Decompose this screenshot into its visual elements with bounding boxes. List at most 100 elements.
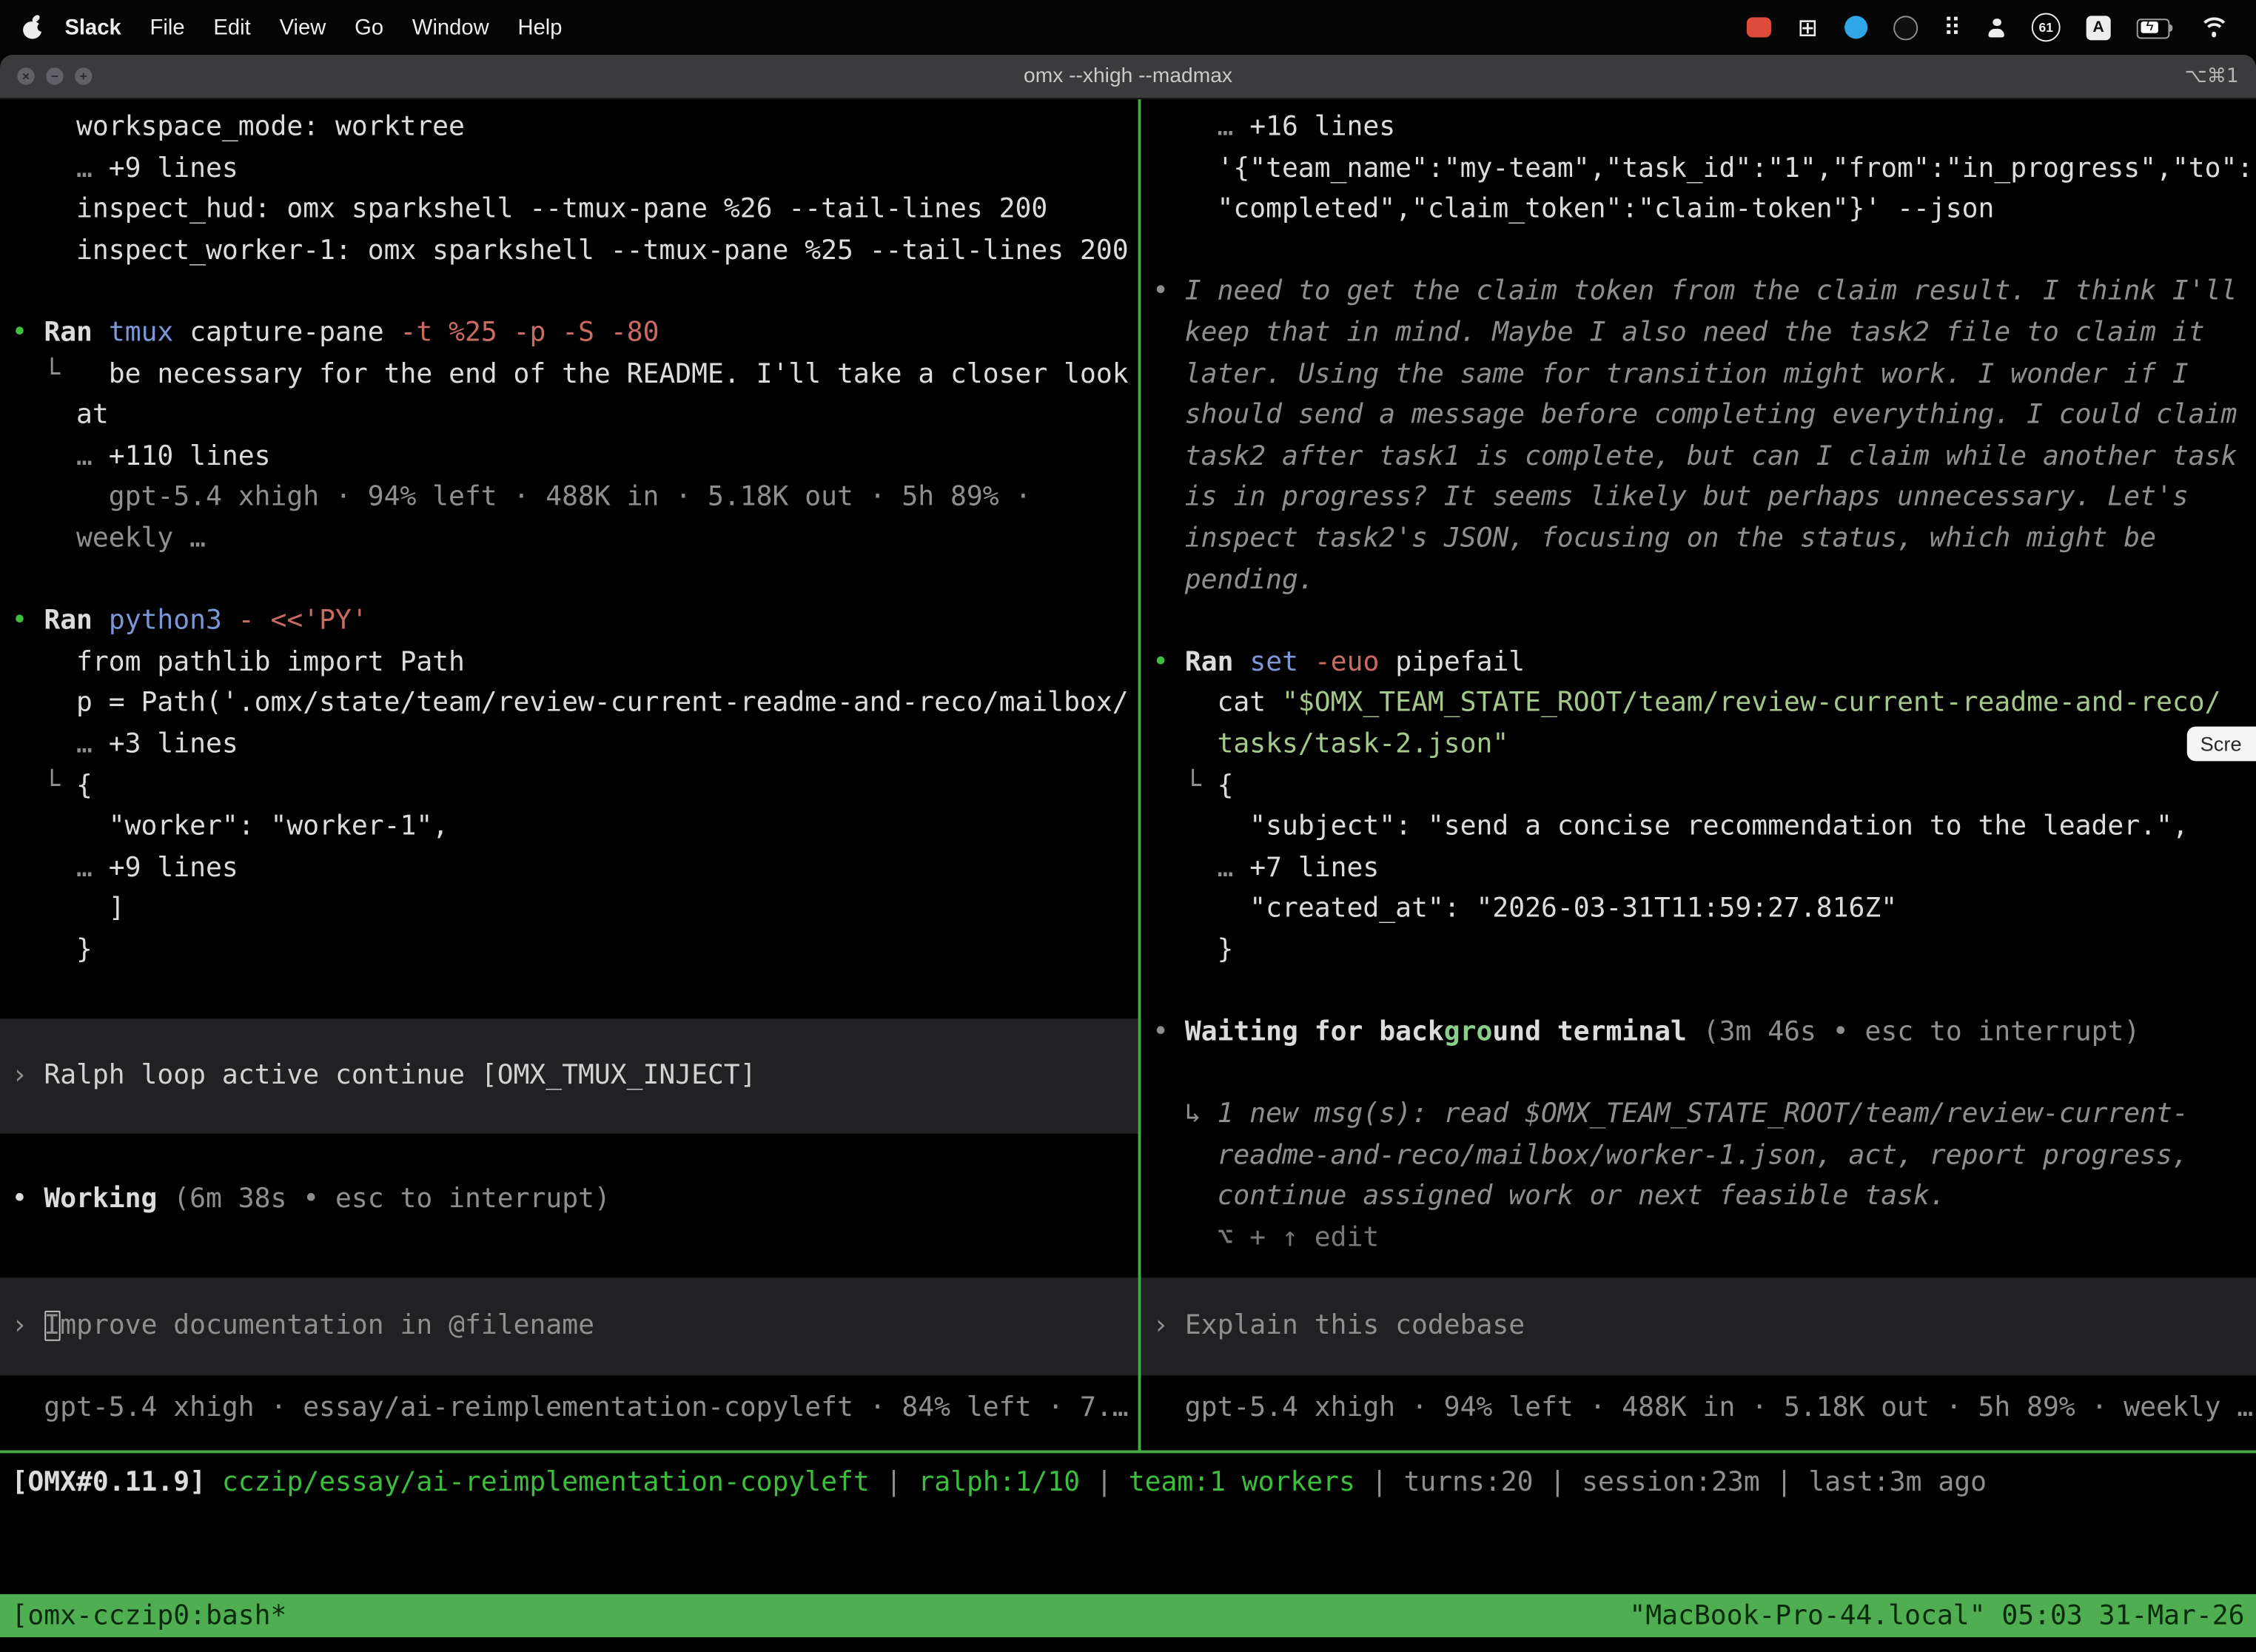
menu-file[interactable]: File xyxy=(135,15,199,39)
menu-go[interactable]: Go xyxy=(340,15,398,39)
screen-recording-indicator-icon[interactable] xyxy=(1747,17,1771,37)
terminal-line xyxy=(0,272,1138,314)
text-segment: gpt-5.4 xhigh · 94% left · 488K in · 5.1… xyxy=(1152,1392,2253,1423)
text-segment: • xyxy=(1152,647,1185,677)
terminal-line: gpt-5.4 xhigh · 94% left · 488K in · 5.1… xyxy=(0,478,1138,520)
working-status-line: • Working (6m 38s • esc to interrupt) xyxy=(0,1180,1138,1221)
text-segment: 1 new msg(s): read $OMX_TEAM_STATE_ROOT/… xyxy=(1218,1100,2189,1130)
left-terminal-pane[interactable]: workspace_mode: worktree … +9 lines insp… xyxy=(0,99,1138,1450)
terminal-line: cat "$OMX_TEAM_STATE_ROOT/team/review-cu… xyxy=(1141,684,2256,725)
spacer xyxy=(0,1013,1138,1019)
text-segment: { xyxy=(1218,770,1234,801)
text-segment: | xyxy=(870,1468,919,1498)
text-segment: | xyxy=(1760,1468,1809,1498)
text-segment: later. Using the same for transition mig… xyxy=(1152,359,2189,389)
text-segment: +9 lines xyxy=(109,853,238,883)
text-segment: • xyxy=(12,318,44,349)
text-segment: should send a message before completing … xyxy=(1152,400,2237,431)
text-segment: (3m 46s • esc to interrupt) xyxy=(1703,1017,2141,1047)
prompt-input[interactable]: › Explain this codebase xyxy=(1141,1277,2256,1374)
terminal-line xyxy=(1141,972,2256,1013)
window-title-bar: × − + omx --xhigh --madmax ⌥⌘1 xyxy=(0,55,2256,99)
text-segment: mprove documentation in @filename xyxy=(60,1310,594,1340)
grid-icon[interactable]: ⊞ xyxy=(1798,15,1819,39)
text-segment: › xyxy=(1152,1310,1185,1340)
tmux-panes: workspace_mode: worktree … +9 lines insp… xyxy=(0,99,2256,1450)
text-segment: … xyxy=(12,441,109,471)
spacer xyxy=(0,1221,1138,1277)
text-segment: { xyxy=(76,770,93,801)
text-segment: gro xyxy=(1444,1017,1493,1047)
mailbox-message-line: ↳ 1 new msg(s): read $OMX_TEAM_STATE_ROO… xyxy=(1141,1095,2256,1137)
text-segment: +16 lines xyxy=(1249,113,1395,143)
text-segment: tmux xyxy=(109,318,189,349)
text-segment: session:23m xyxy=(1582,1468,1760,1498)
text-segment: (6m 38s • esc to interrupt) xyxy=(173,1184,611,1215)
menu-view[interactable]: View xyxy=(265,15,340,39)
dots-grid-icon[interactable]: ⠿ xyxy=(1943,15,1961,39)
text-segment: • xyxy=(1152,277,1185,307)
text-segment: [OMX#0.11.9] xyxy=(12,1468,222,1498)
terminal-line: '{"team_name":"my-team","task_id":"1","f… xyxy=(1141,149,2256,190)
apple-menu-icon[interactable] xyxy=(23,17,41,38)
text-segment: at xyxy=(12,400,109,431)
text-segment: ralph:1/10 xyxy=(918,1468,1080,1498)
text-segment: capture-pane xyxy=(189,318,400,349)
terminal-line: └ be necessary for the end of the README… xyxy=(0,355,1138,396)
terminal-line: "created_at": "2026-03-31T11:59:27.816Z" xyxy=(1141,890,2256,931)
menu-window[interactable]: Window xyxy=(397,15,503,39)
text-segment: • xyxy=(12,606,44,637)
battery-icon[interactable]: ϟ xyxy=(2137,18,2175,36)
terminal-line: weekly … xyxy=(0,520,1138,561)
terminal-line xyxy=(1141,1054,2256,1095)
text-segment: workspace_mode: worktree xyxy=(12,113,465,143)
blue-app-icon[interactable] xyxy=(1844,16,1867,38)
terminal-line xyxy=(1141,232,2256,273)
dark-app-icon[interactable] xyxy=(1893,15,1917,39)
terminal-line: ] xyxy=(0,890,1138,931)
text-segment: Ralph loop active continue [OMX_TMUX_INJ… xyxy=(44,1061,756,1091)
edit-hint-line: ⌥ + ↑ edit xyxy=(1141,1219,2256,1260)
ran-command-line: • Ran python3 - <<'PY' xyxy=(0,602,1138,643)
text-segment: | xyxy=(1355,1468,1404,1498)
menu-edit[interactable]: Edit xyxy=(199,15,265,39)
text-segment: - <<'PY' xyxy=(238,606,368,637)
text-segment: -t %25 -p -S -80 xyxy=(400,318,659,349)
input-source-icon[interactable]: A xyxy=(2087,15,2111,39)
menu-app-name[interactable]: Slack xyxy=(50,15,135,39)
text-segment: └ xyxy=(12,359,109,389)
text-segment: Explain this codebase xyxy=(1185,1310,1525,1340)
terminal-line: … +110 lines xyxy=(0,437,1138,478)
prompt-input[interactable]: › Improve documentation in @filename xyxy=(0,1277,1138,1375)
menu-status-icons: ⊞ ⠿ 61 A ϟ xyxy=(1747,13,2227,41)
reasoning-line: pending. xyxy=(1141,560,2256,602)
tmux-session-window[interactable]: [omx-cczip0:bash* xyxy=(12,1601,287,1631)
text-segment: weekly … xyxy=(12,523,206,554)
text-segment: gpt-5.4 xhigh · essay/ai-reimplementatio… xyxy=(12,1392,1129,1423)
right-terminal-pane[interactable]: … +16 lines '{"team_name":"my-team","tas… xyxy=(1141,99,2256,1450)
text-segment: • xyxy=(1152,1017,1185,1047)
text-segment: Ran xyxy=(44,318,109,349)
text-segment: p = Path('.omx/state/team/review-current… xyxy=(12,688,1129,719)
terminal-line: "completed","claim_token":"claim-token"}… xyxy=(1141,190,2256,232)
menu-help[interactable]: Help xyxy=(503,15,577,39)
wifi-icon[interactable] xyxy=(2200,17,2227,37)
battery-percent-badge[interactable]: 61 xyxy=(2032,13,2061,41)
text-segment: I need to get the claim token from the c… xyxy=(1185,277,2237,307)
reasoning-line: inspect task2's JSON, focusing on the st… xyxy=(1141,520,2256,561)
mailbox-message-line: continue assigned work or next feasible … xyxy=(1141,1178,2256,1219)
terminal-line: … +9 lines xyxy=(0,149,1138,190)
text-segment: … xyxy=(12,153,109,184)
text-segment: └ xyxy=(1152,770,1218,801)
person-icon[interactable] xyxy=(1987,18,2006,36)
terminal-window: × − + omx --xhigh --madmax ⌥⌘1 workspace… xyxy=(0,55,2256,1652)
screen-edge-tooltip: Scre xyxy=(2187,727,2256,762)
text-segment: inspect_worker-1: omx sparkshell --tmux-… xyxy=(12,235,1129,266)
text-segment: pipefail xyxy=(1395,647,1525,677)
text-segment: +110 lines xyxy=(109,441,271,471)
text-segment: cat xyxy=(1152,688,1282,719)
text-segment: "subject": "send a concise recommendatio… xyxy=(1152,812,2189,842)
terminal-line: p = Path('.omx/state/team/review-current… xyxy=(0,684,1138,725)
text-segment: Working xyxy=(44,1184,173,1215)
text-segment: ] xyxy=(12,894,125,924)
